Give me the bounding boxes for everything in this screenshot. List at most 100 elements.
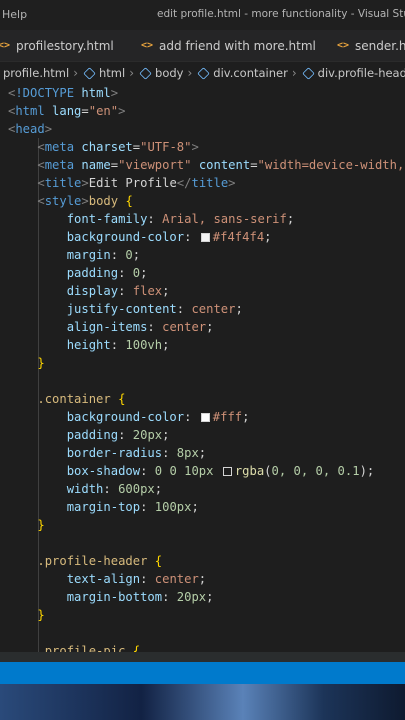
code-token: align-items — [66, 320, 148, 334]
code-token: html — [81, 86, 111, 100]
code-line[interactable]: padding: 20px; — [8, 426, 170, 444]
breadcrumb-label: body — [155, 66, 184, 80]
color-swatch-icon[interactable] — [200, 233, 210, 242]
code-token: : — [118, 428, 133, 442]
code-line[interactable]: <style>body { — [8, 192, 132, 210]
breadcrumb: profile.html › html › body › div.contain… — [0, 62, 405, 84]
breadcrumb-file[interactable]: profile.html — [3, 66, 69, 80]
code-token: : — [110, 248, 126, 262]
code-token: > — [81, 176, 89, 190]
breadcrumb-profile-header[interactable]: div.profile-heade — [301, 66, 405, 80]
html-brackets-icon: <> — [141, 40, 154, 51]
code-token: = — [250, 158, 258, 172]
code-token: "en" — [88, 104, 119, 118]
code-token: > — [118, 104, 126, 118]
code-line[interactable]: <meta name="viewport" content="width=dev… — [8, 156, 404, 174]
tab-label: sender.htm — [355, 38, 405, 53]
code-token: ; — [198, 572, 207, 586]
code-token: : — [140, 572, 155, 586]
code-token: 0, 0, 0, 0.1 — [271, 464, 360, 478]
tab-sender[interactable]: <> sender.htm — [337, 30, 405, 61]
code-token: : — [147, 212, 163, 226]
code-token: > — [110, 86, 119, 100]
code-line[interactable]: margin: 0; — [8, 246, 140, 264]
code-line[interactable]: box-shadow: 0 0 10px rgba(0, 0, 0, 0.1); — [8, 462, 375, 480]
title-bar: Help edit profile.html - more functional… — [0, 0, 405, 30]
code-editor[interactable]: <!DOCTYPE html> <html lang="en"> <head> <m… — [0, 84, 405, 662]
code-line[interactable]: <head> — [8, 120, 52, 138]
code-line[interactable]: font-family: Arial, sans-serif; — [8, 210, 295, 228]
code-line[interactable]: <!DOCTYPE html> — [8, 84, 118, 102]
code-token: background-color — [66, 410, 185, 424]
menu-help[interactable]: Help — [2, 8, 27, 21]
code-line[interactable]: } — [8, 606, 44, 624]
code-token: meta — [44, 158, 75, 172]
code-token: ; — [206, 590, 214, 604]
code-token: center — [154, 572, 199, 586]
tab-label: profilestory.html — [16, 38, 114, 53]
chevron-right-icon: › — [187, 66, 193, 80]
code-token: display — [66, 284, 119, 298]
code-token: { — [154, 554, 163, 568]
code-token: : — [184, 230, 199, 244]
code-token: charset — [81, 140, 133, 154]
code-line[interactable]: align-items: center; — [8, 318, 214, 336]
code-token: } — [37, 518, 45, 532]
code-token: background-color — [66, 230, 185, 244]
code-token: : — [140, 464, 155, 478]
code-line[interactable]: margin-bottom: 20px; — [8, 588, 214, 606]
code-line[interactable]: <meta charset="UTF-8"> — [8, 138, 198, 156]
code-token: "viewport" — [118, 158, 192, 172]
code-line[interactable]: display: flex; — [8, 282, 170, 300]
code-token: Edit Profile — [88, 176, 177, 190]
code-token: Arial, sans-serif — [162, 212, 287, 226]
code-line[interactable]: border-radius: 8px; — [8, 444, 206, 462]
code-line[interactable]: padding: 0; — [8, 264, 148, 282]
code-token: ; — [162, 338, 170, 352]
code-line[interactable]: height: 100vh; — [8, 336, 170, 354]
code-line[interactable]: .profile-header { — [8, 552, 162, 570]
code-line[interactable]: background-color: #fff; — [8, 408, 250, 426]
code-token: width — [66, 482, 104, 496]
tab-label: add friend with more.html — [159, 38, 316, 53]
code-token: ; — [206, 320, 214, 334]
color-swatch-icon[interactable] — [222, 467, 232, 476]
code-token: : — [118, 284, 133, 298]
breadcrumb-container[interactable]: div.container — [196, 66, 288, 80]
code-line[interactable]: margin-top: 100px; — [8, 498, 199, 516]
code-line[interactable]: .container { — [8, 390, 125, 408]
code-line[interactable]: <title>Edit Profile</title> — [8, 174, 235, 192]
color-swatch-icon[interactable] — [200, 413, 210, 422]
tab-profilestory[interactable]: <> profilestory.html — [0, 30, 114, 61]
symbol-cube-icon — [83, 66, 96, 80]
code-line[interactable]: width: 600px; — [8, 480, 162, 498]
code-line[interactable]: } — [8, 354, 44, 372]
code-line[interactable]: justify-content: center; — [8, 300, 243, 318]
code-line[interactable]: text-align: center; — [8, 570, 206, 588]
breadcrumb-label: div.container — [213, 66, 288, 80]
code-token: flex — [132, 284, 163, 298]
code-token: < — [37, 194, 45, 208]
tab-add-friend[interactable]: <> add friend with more.html — [141, 30, 316, 61]
background-photo-strip — [0, 684, 405, 720]
code-token: < — [37, 158, 45, 172]
code-line[interactable]: } — [8, 516, 45, 534]
code-token: center — [191, 302, 236, 316]
code-token: 100vh — [125, 338, 163, 352]
code-line[interactable]: <html lang="en"> — [8, 102, 125, 120]
code-token: : — [110, 338, 126, 352]
code-token: meta — [44, 140, 75, 154]
code-token: margin-top — [66, 500, 141, 514]
code-token: padding — [66, 428, 119, 442]
code-line[interactable]: background-color: #f4f4f4; — [8, 228, 272, 246]
breadcrumb-body[interactable]: body — [138, 66, 183, 80]
breadcrumb-html[interactable]: html — [82, 66, 125, 80]
